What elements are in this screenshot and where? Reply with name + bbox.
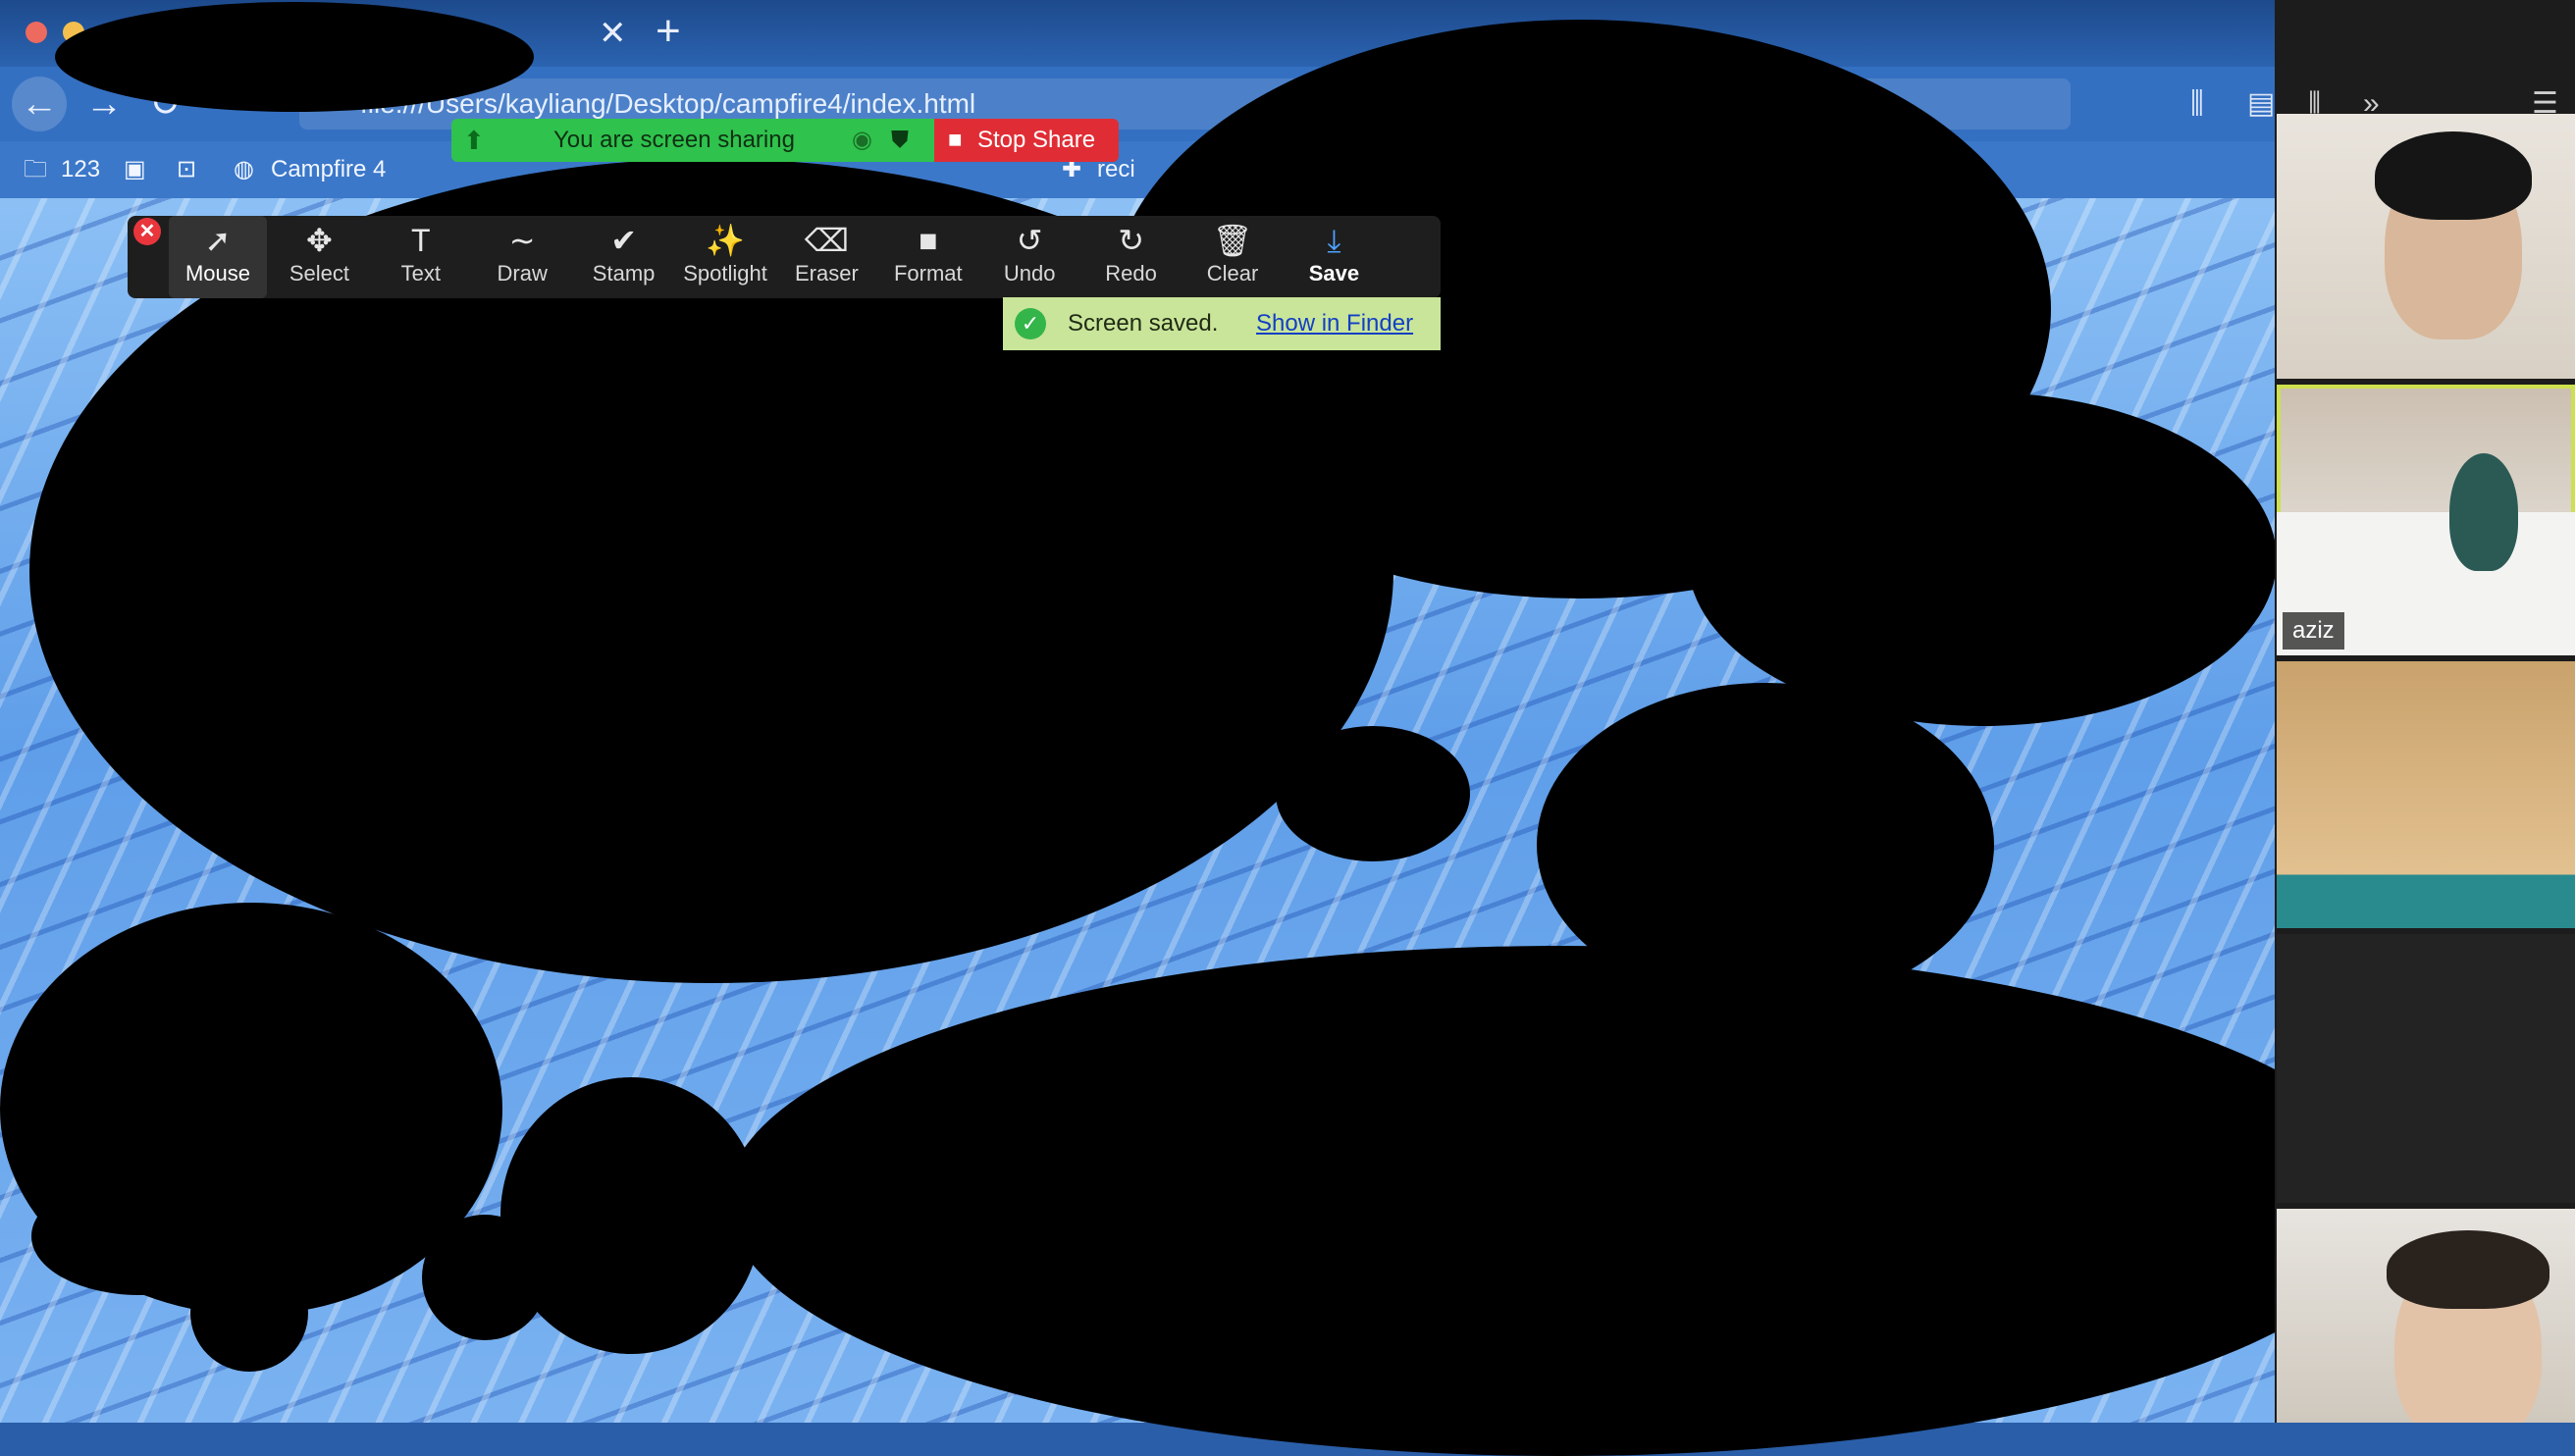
stop-square-icon: ■ [948,127,963,153]
video-tile[interactable] [2277,661,2575,928]
participant-video [2375,131,2532,220]
participant-name-tag: aziz [2283,612,2344,650]
back-arrow-icon[interactable]: ← [12,77,67,131]
share-arrow-icon: ⬆ [463,126,485,155]
video-tile[interactable] [2277,114,2575,379]
redo-icon: ↻ [1118,223,1144,258]
folder-icon: 🗀 [24,156,47,182]
bookmark-campfire[interactable]: Campfire 4 [271,155,386,184]
redaction-blob [422,1215,548,1340]
tool-save[interactable]: ⤓ Save [1285,216,1383,298]
new-tab-button[interactable]: + [656,10,681,53]
tool-label: Text [400,261,441,286]
share-status-bar: ⬆ You are screen sharing ◉ ⛊ [451,119,934,162]
close-annotation-icon[interactable]: ✕ [133,218,161,245]
tool-clear[interactable]: 🗑 Clear [1183,216,1282,298]
stop-share-label: Stop Share [977,127,1096,153]
tool-redo[interactable]: ↻ Redo [1082,216,1181,298]
redaction-blob [1688,392,2277,726]
participant-video [2387,1230,2549,1309]
tool-stamp[interactable]: ✔ Stamp [575,216,673,298]
tool-label: Redo [1105,261,1157,286]
tool-draw[interactable]: ∼ Draw [473,216,571,298]
annotation-toolbar: ➚ Mouse ✥ Select T Text ∼ Draw ✔ Stamp ✨ Spotlight ⌫… [128,216,1441,298]
tool-text[interactable]: T Text [372,216,470,298]
tab-close-icon[interactable]: ✕ [599,14,627,53]
close-window-dot[interactable] [26,22,47,43]
video-tile[interactable] [2277,1209,2575,1423]
tool-mouse[interactable]: ➚ Mouse [169,216,267,298]
tool-spotlight[interactable]: ✨ Spotlight [676,216,774,298]
undo-icon: ↺ [1016,223,1043,258]
bookmark-123[interactable]: 123 [61,155,100,184]
shared-webpage-canvas[interactable] [0,20,2394,1456]
tool-label: Draw [497,261,548,286]
tool-label: Clear [1206,261,1259,286]
squiggle-icon: ∼ [508,223,536,258]
tool-eraser[interactable]: ⌫ Eraser [777,216,875,298]
tool-label: Undo [1003,261,1056,286]
sidebar-icon[interactable]: ▤ [2247,84,2275,124]
magic-wand-icon: ✨ [706,223,745,258]
check-circle-icon: ✓ [1015,308,1046,339]
video-tile-active-speaker[interactable]: aziz [2277,385,2575,655]
arrow-cursor-icon: ➚ [204,223,232,258]
screen-saved-notification: ✓ Screen saved. Show in Finder [1003,297,1441,350]
tool-undo[interactable]: ↺ Undo [980,216,1078,298]
tool-label: Eraser [794,261,859,286]
tool-format[interactable]: ■ Format [879,216,977,298]
redaction-blob [500,1077,762,1354]
globe-icon: ◍ [234,156,254,182]
video-tile-camera-off[interactable] [2277,934,2575,1203]
tool-label: Spotlight [683,261,767,286]
eraser-icon: ⌫ [804,223,850,258]
trash-icon: 🗑 [1212,223,1253,258]
participant-video [2449,453,2518,571]
bookmark-favicon-icon[interactable]: ▣ [124,155,146,184]
redaction-blob [55,2,534,112]
bookmark-favicon-icon[interactable]: ⊡ [177,155,196,184]
redaction-blob [726,946,2394,1456]
download-icon: ⤓ [1327,223,1341,258]
saved-message: Screen saved. [1068,310,1219,337]
stop-share-button[interactable]: ■ Stop Share [934,119,1119,162]
white-square-icon: ■ [919,223,938,258]
screen-share-banner: ⬆ You are screen sharing ◉ ⛊ ■ Stop Shar… [451,119,1119,162]
checkmark-icon: ✔ [610,223,637,258]
shield-check-icon: ⛊ [891,127,909,153]
text-t-icon: T [411,223,431,258]
tool-select[interactable]: ✥ Select [270,216,368,298]
tool-label: Save [1308,261,1360,286]
move-arrows-icon: ✥ [305,223,333,258]
redaction-blob [190,1254,308,1372]
tool-label: Select [289,261,349,286]
redaction-blob [1276,726,1470,861]
show-in-finder-link[interactable]: Show in Finder [1256,297,1413,350]
library-icon[interactable]: ⫼ [2190,84,2204,124]
tool-label: Stamp [592,261,656,286]
tool-label: Format [893,261,963,286]
recording-dot-icon: ◉ [852,127,872,153]
tool-label: Mouse [184,261,251,286]
share-status-text: You are screen sharing [553,127,795,153]
